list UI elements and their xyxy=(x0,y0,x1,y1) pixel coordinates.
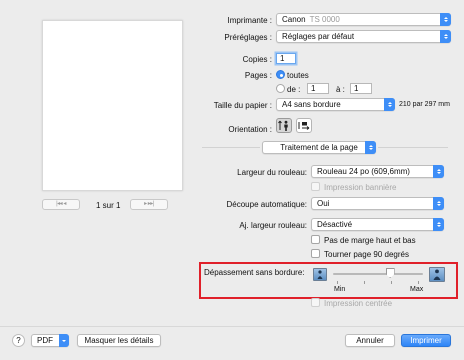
bottom-separator xyxy=(0,326,464,327)
cancel-button[interactable]: Annuler xyxy=(345,334,395,347)
section-select[interactable]: Traitement de la page xyxy=(262,141,376,154)
auto-cut-label: Découpe automatique: xyxy=(226,200,308,209)
chevron-updown-icon xyxy=(365,141,376,154)
pages-from-input[interactable]: 1 xyxy=(307,83,329,94)
adjust-roll-width-select[interactable]: Désactivé xyxy=(311,218,444,231)
adjust-roll-width-label: Aj. largeur rouleau: xyxy=(239,221,307,230)
min-overflow-icon xyxy=(313,268,327,281)
pages-from-label: de : xyxy=(287,85,301,94)
page-preview xyxy=(42,20,183,191)
roll-width-value: Rouleau 24 po (609,6mm) xyxy=(317,167,410,176)
pdf-menu-button[interactable]: PDF xyxy=(31,334,69,347)
page-indicator: 1 sur 1 xyxy=(96,201,121,210)
borderless-overflow-label: Dépassement sans bordure: xyxy=(204,268,305,277)
pages-to-label: à : xyxy=(336,85,345,94)
copies-label: Copies : xyxy=(242,55,272,64)
slider-tick xyxy=(418,281,419,284)
slider-tick xyxy=(337,281,338,284)
presets-select[interactable]: Réglages par défaut xyxy=(276,30,451,43)
roll-width-label: Largeur du rouleau: xyxy=(237,168,307,177)
no-margin-checkbox[interactable] xyxy=(311,235,320,244)
chevron-updown-icon xyxy=(433,218,444,231)
rotate-90-label: Tourner page 90 degrés xyxy=(324,250,409,259)
slider-tick xyxy=(364,281,365,284)
next-page-icon: ▸ xyxy=(144,201,147,207)
paper-size-select[interactable]: A4 sans bordure xyxy=(276,98,395,111)
portrait-orientation-button[interactable] xyxy=(276,118,292,133)
banner-print-label: Impression bannière xyxy=(324,183,397,192)
presets-label: Préréglages : xyxy=(224,33,272,42)
pages-all-radio[interactable] xyxy=(276,70,285,79)
paper-dimensions: 210 par 297 mm xyxy=(399,101,450,108)
slider-tick xyxy=(391,281,392,284)
section-value: Traitement de la page xyxy=(280,143,358,152)
auto-cut-value: Oui xyxy=(317,199,330,208)
paper-size-value: A4 sans bordure xyxy=(282,100,341,109)
slider-min-label: Min xyxy=(334,286,346,293)
separator-right xyxy=(378,147,448,148)
help-button[interactable]: ? xyxy=(12,334,25,347)
centered-print-checkbox[interactable] xyxy=(311,298,320,307)
centered-print-label: Impression centrée xyxy=(324,299,393,308)
presets-value: Réglages par défaut xyxy=(282,32,355,41)
banner-print-checkbox[interactable] xyxy=(311,182,320,191)
portrait-icon xyxy=(278,120,288,131)
last-page-icon: ▸▸| xyxy=(147,201,155,207)
adjust-roll-width-value: Désactivé xyxy=(317,220,353,229)
chevron-updown-icon xyxy=(440,30,451,43)
copies-input[interactable]: 1 xyxy=(276,53,296,64)
pages-to-input[interactable]: 1 xyxy=(350,83,372,94)
prev-page-icon: ◂ xyxy=(63,201,66,207)
rotate-90-checkbox[interactable] xyxy=(311,249,320,258)
roll-width-select[interactable]: Rouleau 24 po (609,6mm) xyxy=(311,165,444,178)
printer-model-blurred: TS 0000 xyxy=(309,15,340,24)
overflow-slider-track[interactable] xyxy=(333,273,423,275)
paper-size-label: Taille du papier : xyxy=(213,101,272,110)
separator-left xyxy=(202,147,260,148)
chevron-updown-icon xyxy=(433,197,444,210)
landscape-orientation-button[interactable] xyxy=(296,118,312,133)
orientation-label: Orientation : xyxy=(228,125,272,134)
printer-value: Canon xyxy=(282,15,306,24)
no-margin-label: Pas de marge haut et bas xyxy=(324,236,416,245)
max-overflow-icon xyxy=(429,267,445,282)
pages-all-label: toutes xyxy=(287,71,309,80)
hide-details-button[interactable]: Masquer les détails xyxy=(77,334,161,347)
printer-label: Imprimante : xyxy=(227,16,272,25)
pages-label: Pages : xyxy=(244,71,272,80)
chevron-updown-icon xyxy=(433,165,444,178)
printer-select[interactable]: Canon TS 0000 xyxy=(276,13,451,26)
pages-range-radio[interactable] xyxy=(276,84,285,93)
first-prev-page-button[interactable]: |◂◂ ◂ xyxy=(42,199,80,210)
chevron-updown-icon xyxy=(384,98,395,111)
chevron-updown-icon xyxy=(440,13,451,26)
landscape-icon xyxy=(298,122,310,130)
slider-max-label: Max xyxy=(410,286,424,293)
first-page-icon: |◂◂ xyxy=(56,201,63,207)
chevron-down-icon xyxy=(59,334,69,347)
auto-cut-select[interactable]: Oui xyxy=(311,197,444,210)
next-last-page-button[interactable]: ▸ ▸▸| xyxy=(130,199,168,210)
pdf-label: PDF xyxy=(37,336,53,345)
print-button[interactable]: Imprimer xyxy=(401,334,451,347)
